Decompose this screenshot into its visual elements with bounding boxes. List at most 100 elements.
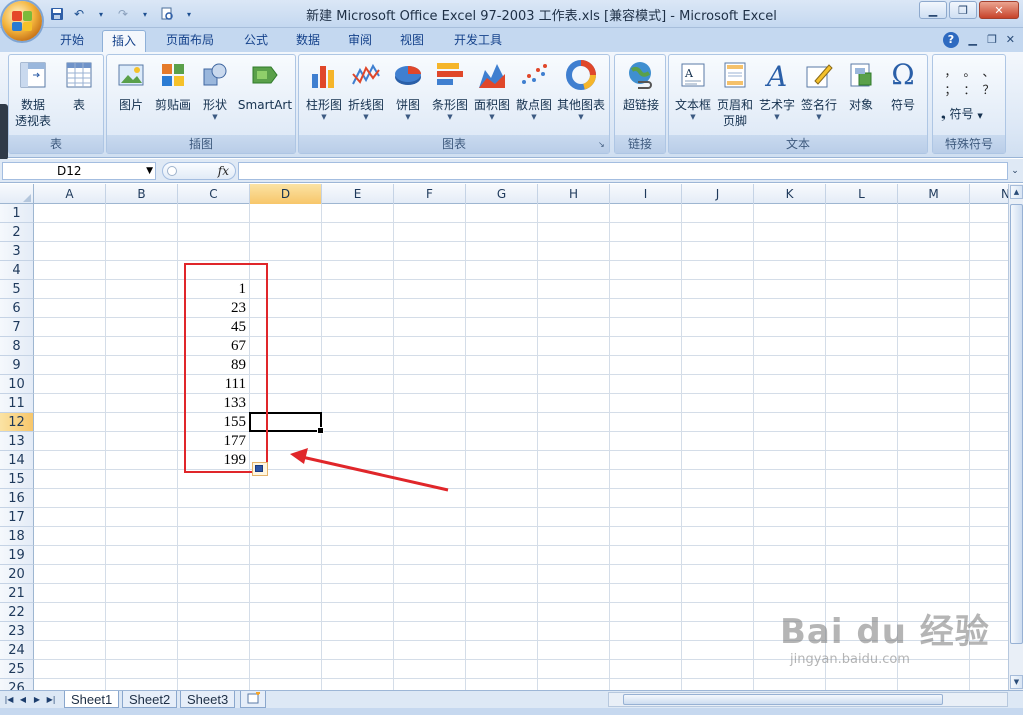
close-button[interactable]: ✕ bbox=[979, 1, 1019, 19]
restore-button[interactable]: ❐ bbox=[949, 1, 977, 19]
row-header-4[interactable]: 4 bbox=[0, 261, 34, 280]
row-header-6[interactable]: 6 bbox=[0, 299, 34, 318]
row-header-22[interactable]: 22 bbox=[0, 603, 34, 622]
textbox-button[interactable]: A 文本框 ▼ bbox=[671, 59, 715, 122]
column-header-f[interactable]: F bbox=[394, 184, 466, 204]
row-header-14[interactable]: 14 bbox=[0, 451, 34, 470]
insert-sheet-icon[interactable] bbox=[240, 691, 266, 708]
vertical-scroll-thumb[interactable] bbox=[1010, 204, 1023, 644]
row-header-13[interactable]: 13 bbox=[0, 432, 34, 451]
column-header-d[interactable]: D bbox=[250, 184, 322, 204]
formula-handle-icon[interactable] bbox=[167, 166, 177, 176]
last-sheet-icon[interactable]: ▶| bbox=[46, 693, 56, 706]
row-header-15[interactable]: 15 bbox=[0, 470, 34, 489]
tab-data[interactable]: 数据 bbox=[286, 30, 330, 52]
symbol-period[interactable]: 。 bbox=[960, 63, 979, 81]
row-header-5[interactable]: 5 bbox=[0, 280, 34, 299]
sheet-tab-1[interactable]: Sheet1 bbox=[64, 691, 120, 708]
symbol-button[interactable]: Ω 符号 bbox=[881, 59, 925, 113]
tab-insert[interactable]: 插入 bbox=[102, 30, 146, 52]
prev-sheet-icon[interactable]: ◀ bbox=[18, 693, 28, 706]
column-header-h[interactable]: H bbox=[538, 184, 610, 204]
line-chart-button[interactable]: 折线图 ▼ bbox=[345, 59, 387, 122]
row-header-10[interactable]: 10 bbox=[0, 375, 34, 394]
tab-formulas[interactable]: 公式 bbox=[234, 30, 278, 52]
horizontal-scroll-thumb[interactable] bbox=[623, 694, 943, 705]
formula-expand-icon[interactable]: ⌄ bbox=[1009, 162, 1021, 180]
sheet-tab-2[interactable]: Sheet2 bbox=[122, 691, 178, 708]
row-header-21[interactable]: 21 bbox=[0, 584, 34, 603]
row-header-18[interactable]: 18 bbox=[0, 527, 34, 546]
symbol-enum-comma[interactable]: 、 bbox=[979, 63, 998, 81]
object-button[interactable]: 对象 bbox=[839, 59, 883, 113]
tab-view[interactable]: 视图 bbox=[390, 30, 434, 52]
bar-chart-button[interactable]: 条形图 ▼ bbox=[429, 59, 471, 122]
row-header-11[interactable]: 11 bbox=[0, 394, 34, 413]
area-chart-button[interactable]: 面积图 ▼ bbox=[471, 59, 513, 122]
other-charts-button[interactable]: 其他图表 ▼ bbox=[555, 59, 607, 122]
minimize-button[interactable]: ▁ bbox=[919, 1, 947, 19]
scatter-chart-button[interactable]: 散点图 ▼ bbox=[513, 59, 555, 122]
column-header-a[interactable]: A bbox=[34, 184, 106, 204]
select-all-corner[interactable] bbox=[0, 184, 34, 204]
tab-page-layout[interactable]: 页面布局 bbox=[158, 30, 222, 52]
signature-line-button[interactable]: 签名行 ▼ bbox=[797, 59, 841, 122]
name-box-dropdown-icon[interactable]: ▼ bbox=[146, 163, 153, 179]
column-header-e[interactable]: E bbox=[322, 184, 394, 204]
pivot-table-button[interactable]: 数据 透视表 bbox=[11, 59, 55, 129]
name-box[interactable]: D12 ▼ bbox=[2, 162, 156, 180]
help-icon[interactable]: ? bbox=[943, 32, 959, 48]
row-header-16[interactable]: 16 bbox=[0, 489, 34, 508]
row-header-8[interactable]: 8 bbox=[0, 337, 34, 356]
symbol-question[interactable]: ？ bbox=[979, 81, 998, 99]
ribbon-restore-icon[interactable]: ❐ bbox=[987, 33, 997, 46]
special-symbol-dropdown[interactable]: ❟ 符号 ▼ bbox=[941, 105, 983, 122]
column-header-b[interactable]: B bbox=[106, 184, 178, 204]
vertical-scrollbar[interactable]: ▲ ▼ bbox=[1008, 184, 1023, 690]
insert-function-icon[interactable]: fx bbox=[218, 164, 229, 178]
symbol-comma[interactable]: ， bbox=[941, 63, 960, 81]
ribbon-close-icon[interactable]: ✕ bbox=[1006, 33, 1015, 46]
row-header-1[interactable]: 1 bbox=[0, 204, 34, 223]
charts-dialog-launcher-icon[interactable]: ↘ bbox=[598, 141, 607, 150]
side-dock-handle[interactable] bbox=[0, 104, 8, 160]
row-header-23[interactable]: 23 bbox=[0, 622, 34, 641]
column-chart-button[interactable]: 柱形图 ▼ bbox=[303, 59, 345, 122]
clipart-button[interactable]: 剪贴画 bbox=[153, 59, 193, 113]
ribbon-minimize-icon[interactable]: ▁ bbox=[969, 33, 977, 46]
column-header-k[interactable]: K bbox=[754, 184, 826, 204]
scroll-up-icon[interactable]: ▲ bbox=[1010, 185, 1023, 199]
column-header-c[interactable]: C bbox=[178, 184, 250, 204]
row-header-17[interactable]: 17 bbox=[0, 508, 34, 527]
horizontal-scrollbar[interactable] bbox=[608, 692, 1008, 707]
tab-home[interactable]: 开始 bbox=[50, 30, 94, 52]
header-footer-button[interactable]: 页眉和 页脚 bbox=[713, 59, 757, 129]
wordart-button[interactable]: A 艺术字 ▼ bbox=[755, 59, 799, 122]
row-header-26[interactable]: 26 bbox=[0, 679, 34, 690]
next-sheet-icon[interactable]: ▶ bbox=[32, 693, 42, 706]
symbol-colon[interactable]: ： bbox=[960, 81, 979, 99]
tab-developer[interactable]: 开发工具 bbox=[444, 30, 512, 52]
column-header-n[interactable]: N bbox=[970, 184, 1008, 204]
scroll-down-icon[interactable]: ▼ bbox=[1010, 675, 1023, 689]
row-header-2[interactable]: 2 bbox=[0, 223, 34, 242]
row-header-12[interactable]: 12 bbox=[0, 413, 34, 432]
column-header-i[interactable]: I bbox=[610, 184, 682, 204]
shapes-button[interactable]: 形状 ▼ bbox=[195, 59, 235, 122]
column-header-m[interactable]: M bbox=[898, 184, 970, 204]
tab-review[interactable]: 审阅 bbox=[338, 30, 382, 52]
row-header-20[interactable]: 20 bbox=[0, 565, 34, 584]
column-header-l[interactable]: L bbox=[826, 184, 898, 204]
row-header-19[interactable]: 19 bbox=[0, 546, 34, 565]
row-header-7[interactable]: 7 bbox=[0, 318, 34, 337]
column-header-j[interactable]: J bbox=[682, 184, 754, 204]
row-header-24[interactable]: 24 bbox=[0, 641, 34, 660]
pie-chart-button[interactable]: 饼图 ▼ bbox=[387, 59, 429, 122]
sheet-tab-3[interactable]: Sheet3 bbox=[180, 691, 236, 708]
picture-button[interactable]: 图片 bbox=[111, 59, 151, 113]
formula-input[interactable] bbox=[238, 162, 1008, 180]
row-header-3[interactable]: 3 bbox=[0, 242, 34, 261]
table-button[interactable]: 表 bbox=[59, 59, 99, 113]
hyperlink-button[interactable]: 超链接 bbox=[619, 59, 663, 113]
auto-fill-options-icon[interactable] bbox=[252, 462, 268, 476]
